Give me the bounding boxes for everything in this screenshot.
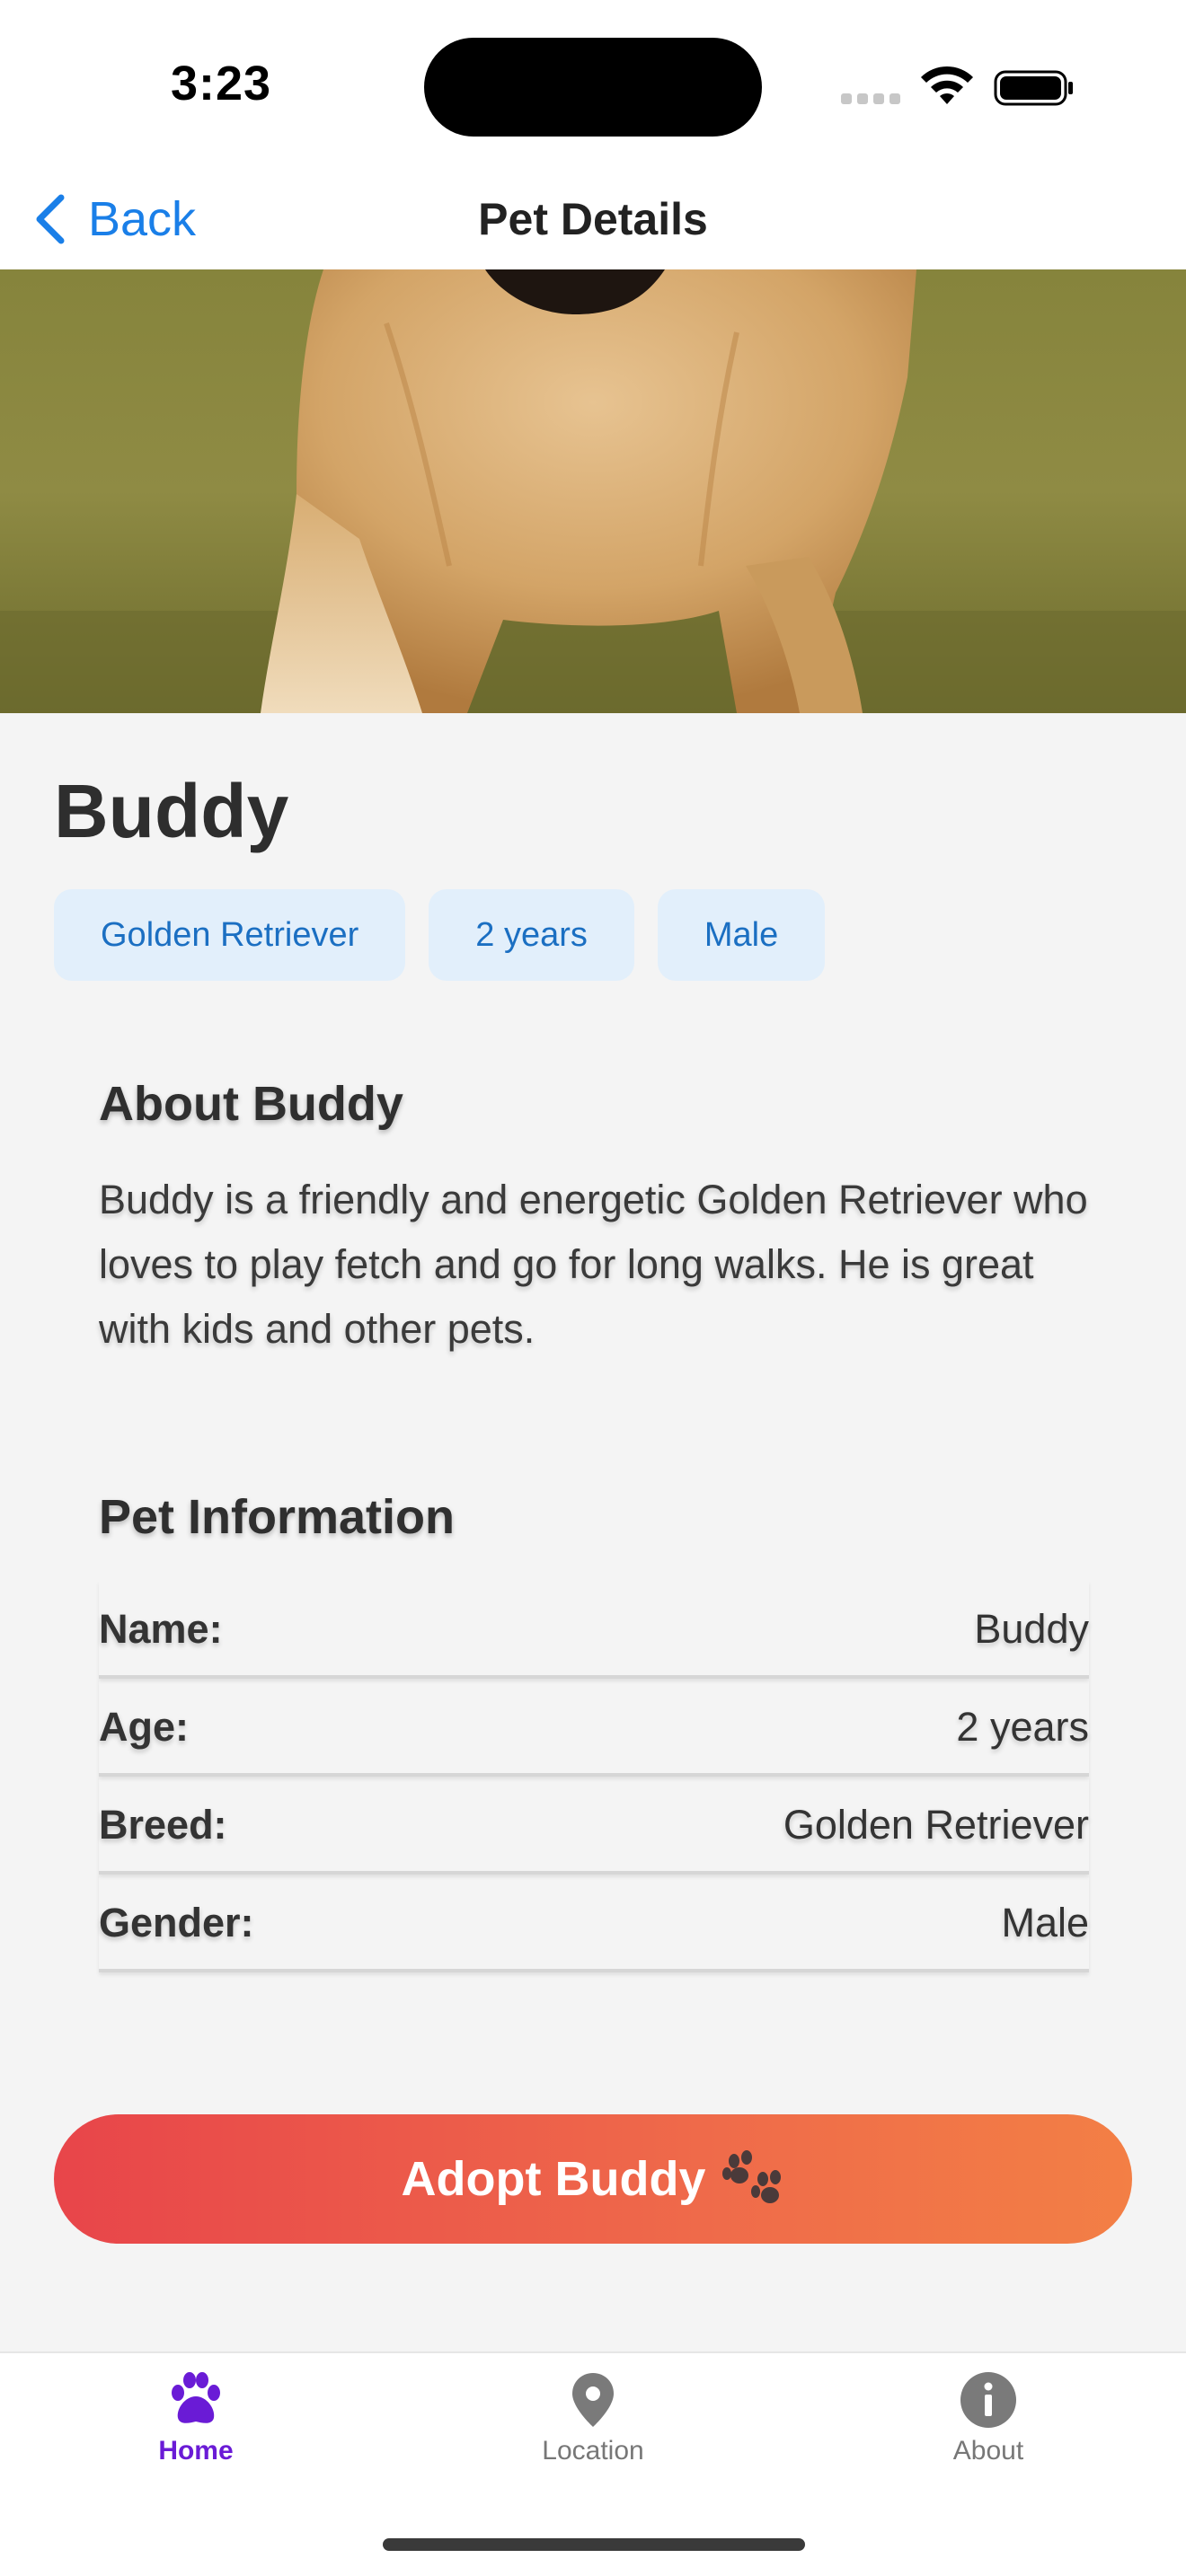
info-row-name: Name: Buddy [99, 1581, 1089, 1679]
dynamic-island [424, 38, 762, 137]
tab-home[interactable]: Home [97, 2371, 295, 2497]
info-label: Breed: [99, 1802, 227, 1848]
battery-icon [994, 70, 1073, 106]
tag-gender: Male [657, 889, 826, 981]
navigation-bar: Back Pet Details [0, 171, 1186, 269]
tag-age: 2 years [429, 889, 634, 981]
info-value: Buddy [974, 1606, 1089, 1652]
pet-details-screen: 3:23 Back Pet Details Buddy Golden Retri… [0, 0, 1186, 2576]
adopt-button-label: Adopt Buddy [401, 2152, 706, 2206]
tab-location[interactable]: Location [494, 2371, 692, 2497]
info-row-gender: Gender: Male [99, 1875, 1089, 1972]
pet-info-table: Name: Buddy Age: 2 years Breed: Golden R… [99, 1581, 1089, 1972]
status-time: 3:23 [171, 57, 272, 110]
info-label: Name: [99, 1606, 223, 1652]
info-value: Male [1001, 1900, 1089, 1945]
info-row-breed: Breed: Golden Retriever [99, 1777, 1089, 1875]
info-row-age: Age: 2 years [99, 1679, 1089, 1777]
about-description: Buddy is a friendly and energetic Golden… [99, 1177, 1088, 1352]
tab-label: About [952, 2436, 1024, 2466]
pet-tags: Golden Retriever 2 years Male [54, 889, 826, 981]
tag-breed: Golden Retriever [54, 889, 406, 981]
status-bar: 3:23 [0, 0, 1186, 171]
info-icon [960, 2372, 1016, 2428]
about-section-title: About Buddy [99, 1077, 403, 1131]
cellular-signal-icon [841, 93, 900, 106]
location-pin-icon [572, 2373, 614, 2427]
info-value: Golden Retriever [783, 1802, 1089, 1848]
adopt-button[interactable]: Adopt Buddy [54, 2114, 1132, 2244]
page-title: Pet Details [478, 194, 708, 244]
paw-icon [172, 2372, 220, 2423]
paw-icon [722, 2150, 782, 2203]
info-section-title: Pet Information [99, 1490, 456, 1544]
tab-about[interactable]: About [890, 2371, 1087, 2497]
tab-label: Location [542, 2436, 644, 2466]
home-indicator[interactable] [383, 2538, 805, 2551]
pet-photo [0, 269, 1186, 713]
tab-label: Home [158, 2436, 234, 2466]
info-label: Gender: [99, 1900, 254, 1945]
wifi-icon [921, 66, 973, 104]
info-label: Age: [99, 1704, 189, 1750]
pet-name: Buddy [54, 769, 289, 853]
info-value: 2 years [956, 1704, 1089, 1750]
